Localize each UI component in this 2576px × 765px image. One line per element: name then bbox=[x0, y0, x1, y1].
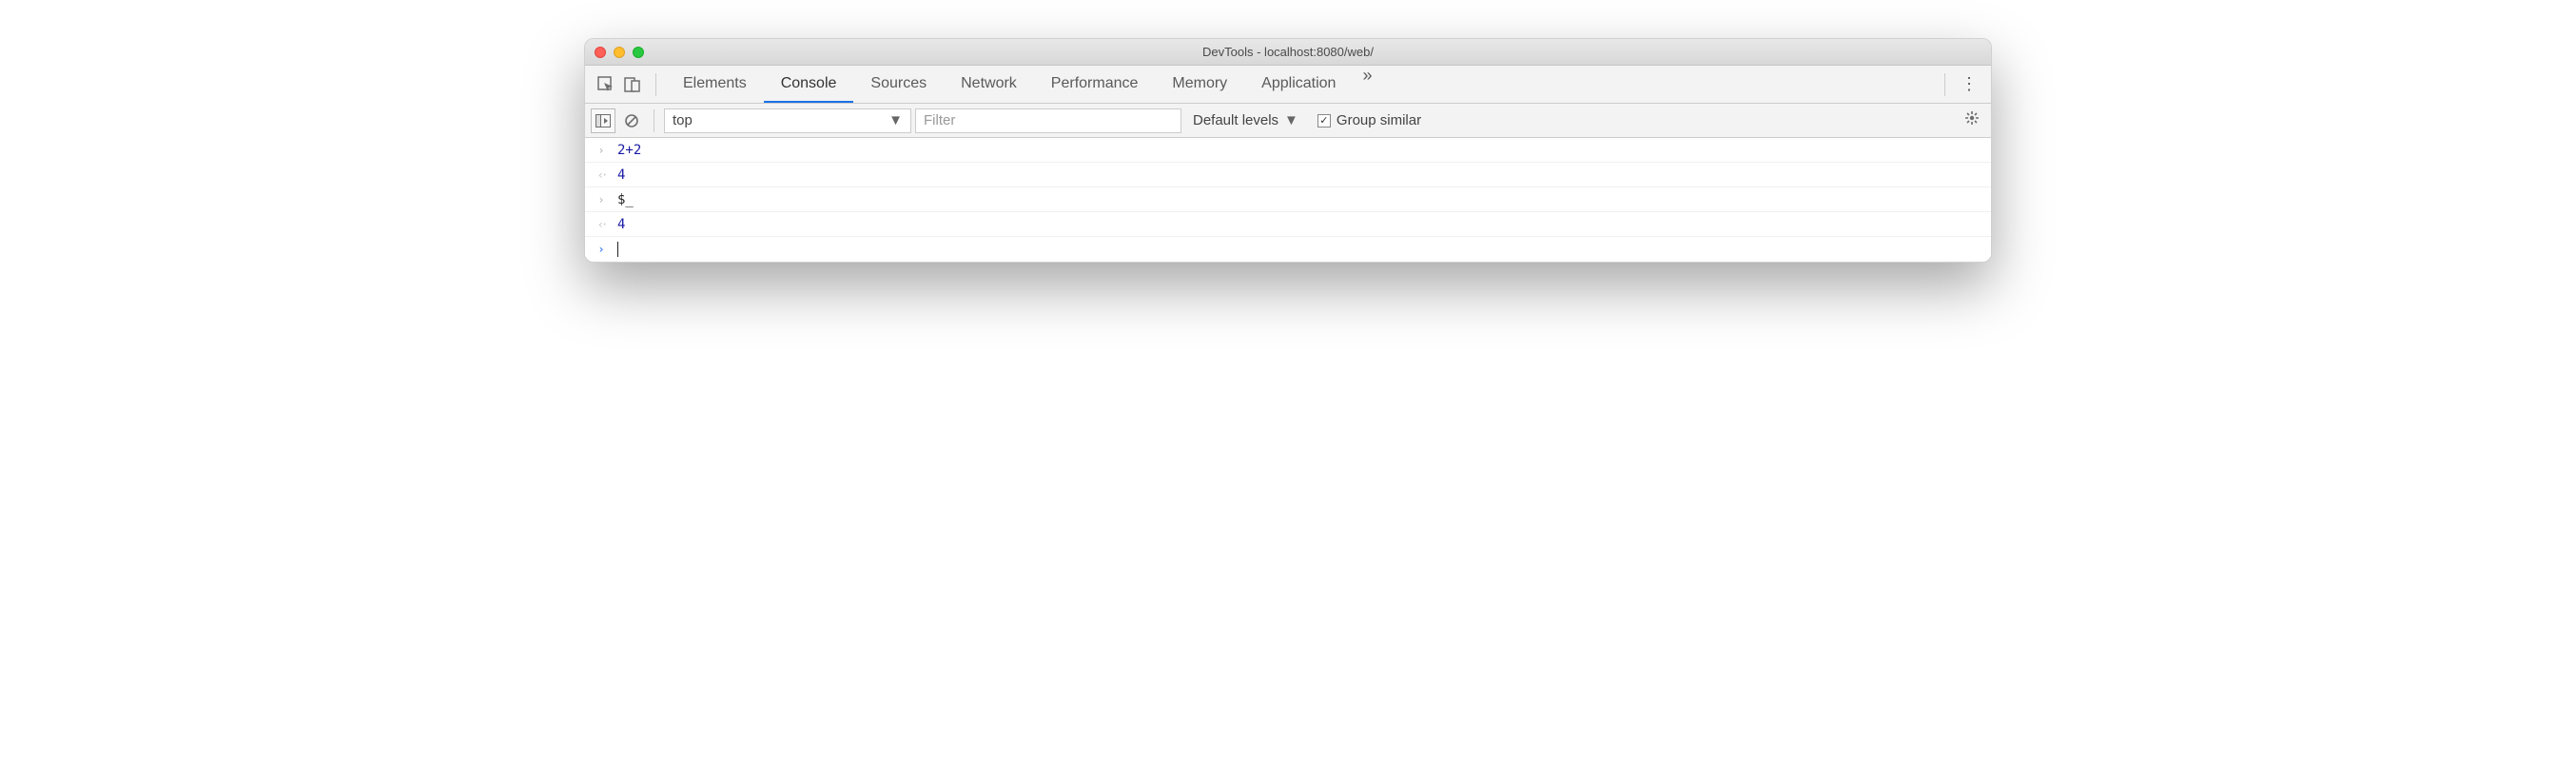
panel-tabs: Elements Console Sources Network Perform… bbox=[666, 66, 1381, 103]
output-marker-icon bbox=[593, 218, 610, 231]
console-result: 4 bbox=[617, 217, 625, 232]
tab-performance[interactable]: Performance bbox=[1034, 66, 1156, 103]
console-prompt-row[interactable] bbox=[585, 237, 1991, 262]
overflow-tabs-icon[interactable]: » bbox=[1353, 66, 1381, 103]
tab-sources[interactable]: Sources bbox=[853, 66, 944, 103]
devtools-window: DevTools - localhost:8080/web/ Elements … bbox=[584, 38, 1992, 263]
tab-memory[interactable]: Memory bbox=[1155, 66, 1244, 103]
device-toolbar-icon[interactable] bbox=[619, 71, 646, 98]
titlebar: DevTools - localhost:8080/web/ bbox=[585, 39, 1991, 66]
context-selected-label: top bbox=[673, 112, 693, 128]
close-window-button[interactable] bbox=[595, 47, 606, 58]
window-title: DevTools - localhost:8080/web/ bbox=[585, 45, 1991, 59]
traffic-lights bbox=[585, 47, 644, 58]
console-settings-icon[interactable] bbox=[1959, 110, 1985, 130]
execution-context-select[interactable]: top ▼ bbox=[664, 108, 911, 133]
minimize-window-button[interactable] bbox=[614, 47, 625, 58]
console-result: 4 bbox=[617, 167, 625, 183]
console-input-row: 2+2 bbox=[585, 138, 1991, 163]
output-marker-icon bbox=[593, 168, 610, 182]
tab-console[interactable]: Console bbox=[764, 66, 854, 103]
prompt-marker-icon bbox=[593, 243, 610, 256]
chevron-down-icon: ▼ bbox=[1284, 112, 1298, 128]
console-toolbar: top ▼ Default levels ▼ Group similar bbox=[585, 104, 1991, 138]
clear-console-icon[interactable] bbox=[619, 108, 644, 133]
group-similar-label: Group similar bbox=[1337, 112, 1421, 128]
console-expression: $_ bbox=[617, 192, 634, 207]
console-expression: 2+2 bbox=[617, 143, 641, 158]
tab-strip: Elements Console Sources Network Perform… bbox=[585, 66, 1991, 104]
console-output-row: 4 bbox=[585, 163, 1991, 187]
tab-elements[interactable]: Elements bbox=[666, 66, 764, 103]
input-marker-icon bbox=[593, 144, 610, 157]
console-output: 2+2 4 $_ 4 bbox=[585, 138, 1991, 262]
levels-label: Default levels bbox=[1193, 112, 1278, 128]
console-output-row: 4 bbox=[585, 212, 1991, 237]
inspect-element-icon[interactable] bbox=[593, 71, 619, 98]
console-input-row: $_ bbox=[585, 187, 1991, 212]
settings-menu-icon[interactable]: ⋮ bbox=[1955, 74, 1983, 94]
divider bbox=[1944, 73, 1945, 96]
zoom-window-button[interactable] bbox=[633, 47, 644, 58]
divider bbox=[655, 73, 656, 96]
input-marker-icon bbox=[593, 193, 610, 206]
tab-network[interactable]: Network bbox=[944, 66, 1034, 103]
tab-application[interactable]: Application bbox=[1244, 66, 1353, 103]
log-levels-select[interactable]: Default levels ▼ bbox=[1185, 108, 1306, 133]
chevron-down-icon: ▼ bbox=[888, 112, 903, 128]
group-similar-checkbox[interactable] bbox=[1317, 114, 1331, 128]
filter-input[interactable] bbox=[915, 108, 1181, 133]
toggle-console-sidebar-icon[interactable] bbox=[591, 108, 615, 133]
text-cursor bbox=[617, 242, 618, 257]
